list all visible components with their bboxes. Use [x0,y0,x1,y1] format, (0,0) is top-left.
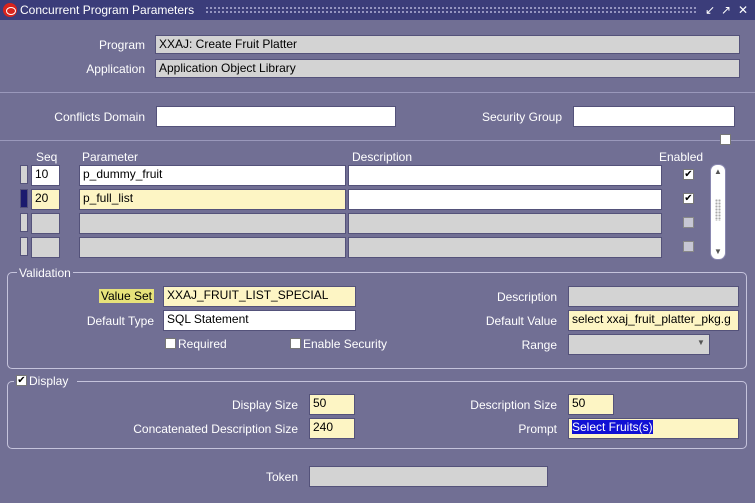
scroll-thumb-grip[interactable] [715,199,721,221]
display-title: Display [29,374,69,388]
required-label: Required [178,337,227,351]
window-title: Concurrent Program Parameters [20,3,195,17]
display-title-group[interactable]: ✔ Display [14,373,77,389]
validation-title: Validation [17,266,73,280]
scroll-down-icon[interactable]: ▼ [714,247,722,256]
enabled-checkbox[interactable]: ✔ [683,169,694,180]
divider [0,92,755,93]
concatenated-size-input[interactable]: 240 [309,418,355,439]
concatenated-size-label: Concatenated Description Size [133,422,298,436]
row-selector[interactable] [20,237,28,256]
column-header-description: Description [352,150,413,164]
parameter-cell[interactable] [79,213,346,234]
enabled-checkbox[interactable]: ✔ [683,193,694,204]
description-cell[interactable] [348,237,662,258]
chevron-down-icon[interactable]: ▼ [697,338,705,347]
required-checkbox[interactable] [165,338,176,349]
folder-toggle-checkbox[interactable] [720,134,731,145]
enable-security-checkbox[interactable] [290,338,301,349]
close-icon[interactable]: ✕ [736,3,750,17]
value-set-label: Value Set [40,289,154,303]
default-value-label: Default Value [485,314,557,328]
default-type-label: Default Type [86,314,154,328]
range-select[interactable] [568,334,710,355]
enabled-checkbox[interactable] [683,217,694,228]
description-cell[interactable] [348,189,662,210]
program-label: Program [98,38,145,52]
application-label: Application [86,62,145,76]
description-cell[interactable] [348,213,662,234]
seq-cell[interactable] [31,213,60,234]
minimize-icon[interactable]: ↙ [703,3,717,17]
maximize-icon[interactable]: ↗ [719,3,733,17]
description-cell[interactable] [348,165,662,186]
enabled-checkbox[interactable] [683,241,694,252]
row-selector[interactable] [20,189,28,208]
validation-description-field[interactable] [568,286,739,307]
token-field[interactable] [309,466,548,487]
token-label: Token [265,470,298,484]
security-group-input[interactable] [573,106,735,127]
conflicts-domain-input[interactable] [156,106,396,127]
column-header-seq: Seq [36,150,58,164]
description-size-label: Description Size [470,398,557,412]
application-field[interactable]: Application Object Library [155,59,740,78]
display-size-input[interactable]: 50 [309,394,355,415]
divider [0,140,755,141]
conflicts-domain-label: Conflicts Domain [54,110,145,124]
display-size-label: Display Size [231,398,298,412]
row-selector[interactable] [20,165,28,184]
range-label: Range [521,338,557,352]
seq-cell[interactable] [31,237,60,258]
prompt-input[interactable]: Select Fruits(s) [568,418,739,439]
value-set-label-text: Value Set [98,289,154,303]
display-checkbox[interactable]: ✔ [16,375,27,386]
seq-cell[interactable]: 20 [31,189,60,210]
description-size-input[interactable]: 50 [568,394,614,415]
title-bar-grip [205,6,697,15]
validation-description-label: Description [496,290,557,304]
row-selector[interactable] [20,213,28,232]
scroll-up-icon[interactable]: ▲ [714,167,722,176]
parameter-cell[interactable] [79,237,346,258]
window-title-bar[interactable]: Concurrent Program Parameters ↙ ↗ ✕ [0,0,755,20]
value-set-input[interactable]: XXAJ_FRUIT_LIST_SPECIAL [163,286,356,307]
parameter-cell[interactable]: p_dummy_fruit [79,165,346,186]
prompt-selected-text: Select Fruits(s) [572,420,653,434]
seq-cell[interactable]: 10 [31,165,60,186]
default-value-input[interactable]: select xxaj_fruit_platter_pkg.g [568,310,739,331]
security-group-label: Security Group [481,110,562,124]
column-header-parameter: Parameter [82,150,139,164]
default-type-select[interactable]: SQL Statement [163,310,356,331]
oracle-logo-icon [3,3,17,17]
prompt-label: Prompt [518,422,557,436]
table-scrollbar[interactable]: ▲ ▼ [710,164,726,260]
program-field[interactable]: XXAJ: Create Fruit Platter [155,35,740,54]
parameter-cell[interactable]: p_full_list [79,189,346,210]
enable-security-label: Enable Security [303,337,388,351]
column-header-enabled: Enabled [659,150,704,164]
